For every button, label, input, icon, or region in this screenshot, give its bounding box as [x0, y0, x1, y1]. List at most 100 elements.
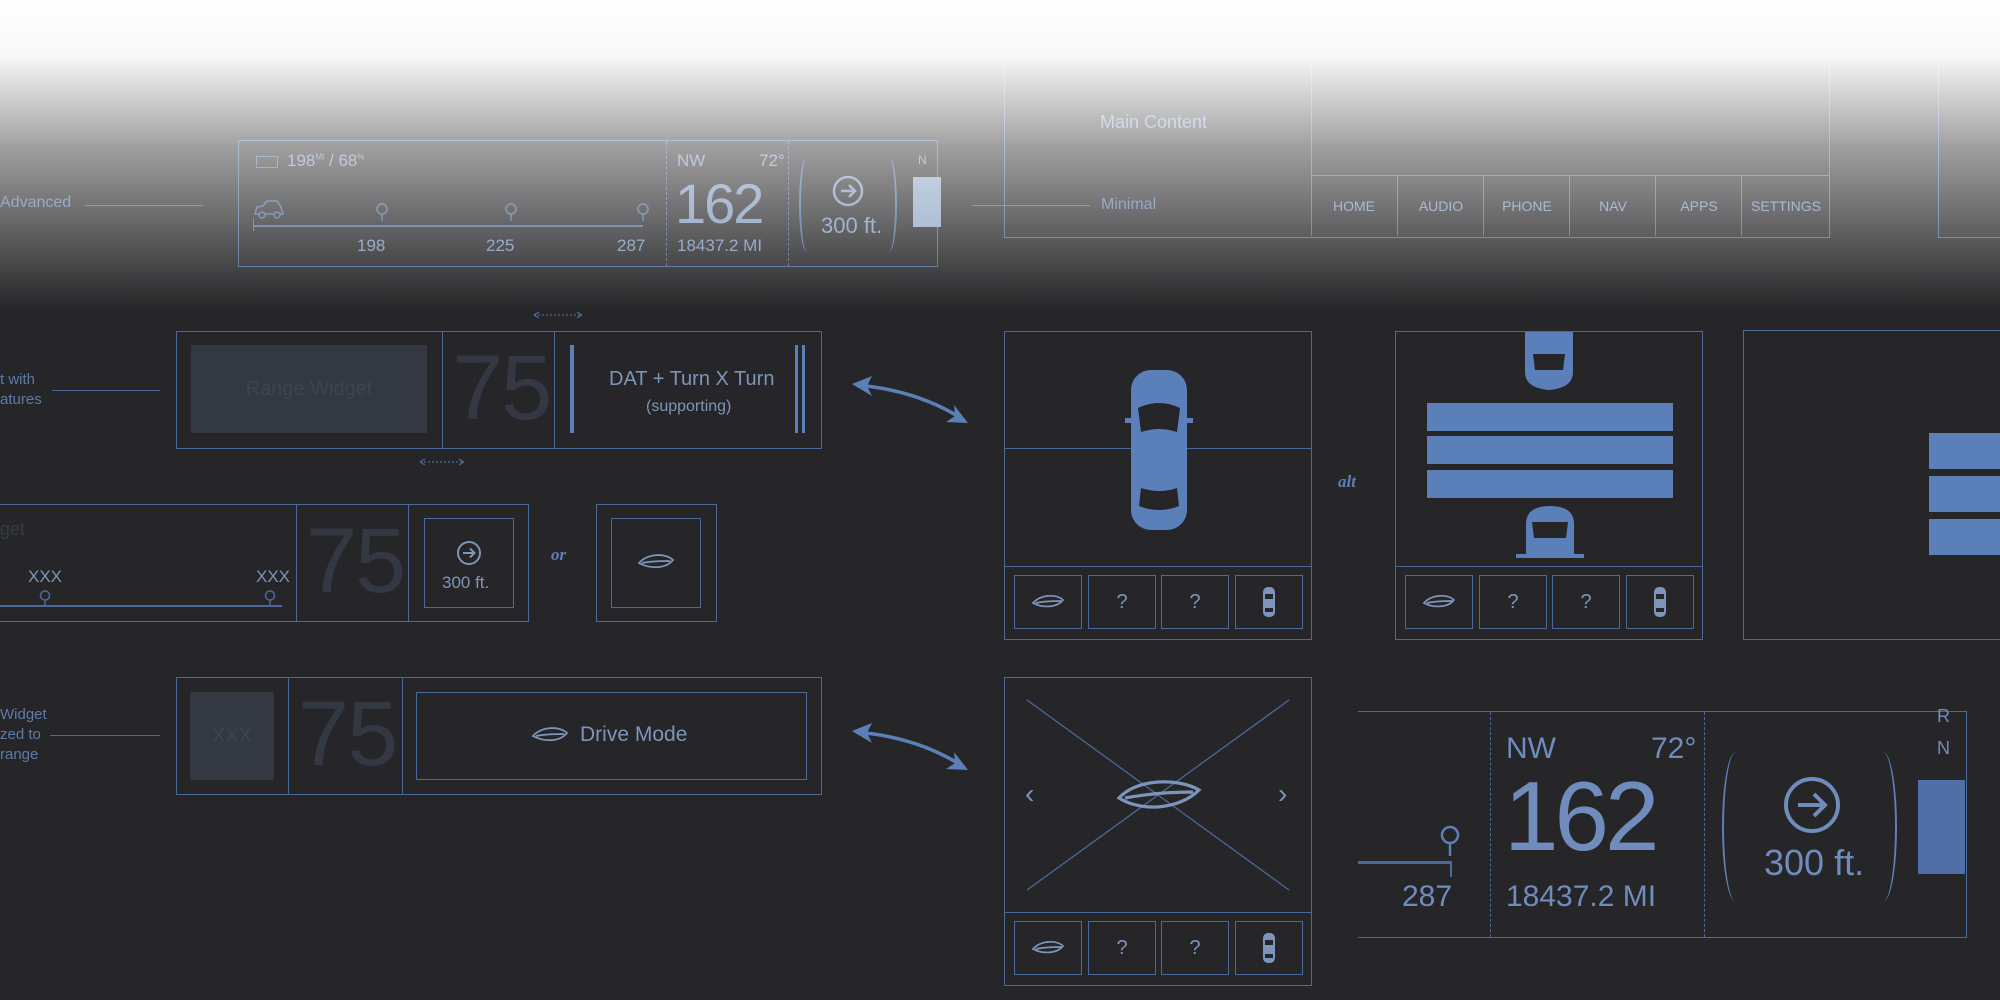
heading-readout: NW: [677, 151, 706, 170]
row2-faded-label: get: [0, 519, 26, 539]
advanced-leader-line: [85, 205, 203, 206]
car-rear-icon: [1516, 506, 1584, 558]
eco-widget-panel: [596, 504, 717, 622]
nav-phone[interactable]: PHONE: [1483, 176, 1570, 236]
turn-widget: 300 ft.: [424, 518, 514, 608]
swap-arrow-icon: [852, 723, 968, 770]
range-tick-right: XXX: [256, 567, 291, 586]
row3-leader-line: [50, 735, 160, 736]
crosswalk-stripe: [1427, 470, 1673, 498]
turn-arrow-icon: [832, 175, 864, 207]
car-icon: [1263, 587, 1275, 617]
divider: [402, 678, 403, 794]
odometer-readout: 18437.2 MI: [1506, 880, 1657, 913]
row2-widget-panel: get XXX XXX 75 300 ft.: [0, 504, 529, 622]
car-icon: [1263, 933, 1275, 963]
turn-arrow-icon: [1784, 777, 1840, 833]
range-tick-left: XXX: [28, 567, 63, 586]
crosswalk-stripe: [1929, 476, 2000, 512]
pin-icon: [505, 203, 517, 221]
nav-home[interactable]: HOME: [1311, 176, 1397, 236]
drive-mode-screen: ‹ › ? ?: [1004, 677, 1312, 986]
row1-leader-line: [52, 390, 160, 391]
leaf-icon: [1422, 595, 1456, 608]
temperature-readout: 72°: [1651, 732, 1697, 765]
partial-screen-panel: [1938, 0, 2000, 238]
crosswalk-stripe: [1427, 403, 1673, 431]
row3-widget-panel: XXX 75 Drive Mode: [176, 677, 822, 795]
range-tick-287: 287: [617, 236, 646, 255]
row1-widget-panel: Range Widget 75 DAT + Turn X Turn (suppo…: [176, 331, 822, 449]
turn-distance: 300 ft.: [1764, 842, 1865, 883]
slot-unknown[interactable]: ?: [1479, 575, 1547, 629]
slot-car[interactable]: [1235, 921, 1303, 975]
chevron-right-icon[interactable]: ›: [1278, 778, 1287, 810]
leaf-icon: [1031, 941, 1065, 954]
divider: [1704, 712, 1705, 937]
slot-leaf[interactable]: [1405, 575, 1473, 629]
chevron-left-icon[interactable]: ‹: [1025, 778, 1034, 810]
divider: [442, 332, 443, 448]
slot-car[interactable]: [1235, 575, 1303, 629]
charge-value: 68: [338, 151, 358, 170]
divider: [1490, 712, 1491, 937]
nav-audio[interactable]: AUDIO: [1397, 176, 1484, 236]
instrument-cluster-panel: 287 NW 72° 162 18437.2 MI 300 ft. R N: [1358, 706, 1967, 938]
nav-apps[interactable]: APPS: [1655, 176, 1742, 236]
range-track: [253, 225, 643, 227]
right-accent-bar: [802, 345, 805, 433]
speed-readout: 162: [1504, 761, 1660, 871]
turn-bracket-left: [1722, 752, 1750, 902]
minimal-screen-panel: Main Content HOME AUDIO PHONE NAV APPS S…: [1004, 0, 1830, 238]
slot-unknown[interactable]: ?: [1088, 575, 1156, 629]
turn-bracket-left: [799, 157, 815, 252]
speed-readout: 162: [675, 172, 764, 235]
row1-side-label-line2: atures: [0, 391, 42, 408]
nav-settings[interactable]: SETTINGS: [1741, 176, 1830, 236]
range-track: [0, 605, 282, 607]
pin-icon: [1440, 825, 1460, 856]
alt-label: alt: [1338, 472, 1356, 491]
slot-leaf[interactable]: [1014, 575, 1082, 629]
resize-arrow-icon: [533, 311, 583, 319]
divider: [666, 141, 667, 266]
drive-mode-button[interactable]: Drive Mode: [416, 692, 807, 780]
range-track: [1358, 861, 1450, 864]
divider: [554, 332, 555, 448]
temperature-readout: 72°: [759, 151, 785, 170]
dat-turn-subtitle: (supporting): [646, 398, 732, 415]
slot-unknown[interactable]: ?: [1088, 921, 1156, 975]
slot-unknown[interactable]: ?: [1161, 575, 1229, 629]
slot-unknown[interactable]: ?: [1552, 575, 1620, 629]
battery-icon: [256, 156, 278, 168]
slot-bar-line: [1005, 566, 1311, 567]
odometer-readout: 18437.2 MI: [677, 236, 763, 255]
nav-bar: HOME AUDIO PHONE NAV APPS SETTINGS: [1311, 176, 1829, 236]
pin-icon: [637, 203, 649, 221]
car-front-icon: [1525, 332, 1573, 390]
divider: [296, 505, 297, 621]
battery-readout: 198MI / 68%: [287, 151, 365, 170]
slot-unknown[interactable]: ?: [1161, 921, 1229, 975]
slot-car[interactable]: [1626, 575, 1694, 629]
crosswalk-stripe: [1929, 433, 2000, 469]
charge-unit: %: [357, 152, 365, 162]
row3-side-label-line3: range: [0, 746, 39, 763]
car-side-icon: [254, 200, 284, 219]
gear-n: N: [1937, 738, 1950, 758]
slot-bar-line: [1005, 912, 1311, 913]
right-accent-bar: [795, 345, 798, 433]
leaf-icon: [1116, 780, 1202, 809]
turn-bracket-right: [881, 157, 897, 252]
battery-unit: MI: [315, 152, 325, 162]
nav-nav[interactable]: NAV: [1569, 176, 1656, 236]
row3-side-label-line2: zed to: [0, 726, 41, 743]
gear-bar: [913, 177, 941, 227]
dat-turn-title: DAT + Turn X Turn: [609, 368, 775, 390]
main-content-label: Main Content: [1100, 112, 1208, 132]
gear-bar: [1918, 780, 1965, 874]
slot-leaf[interactable]: [1014, 921, 1082, 975]
divider: [788, 141, 789, 266]
car-top-icon: [1125, 370, 1193, 530]
range-tick-198: 198: [357, 236, 386, 255]
